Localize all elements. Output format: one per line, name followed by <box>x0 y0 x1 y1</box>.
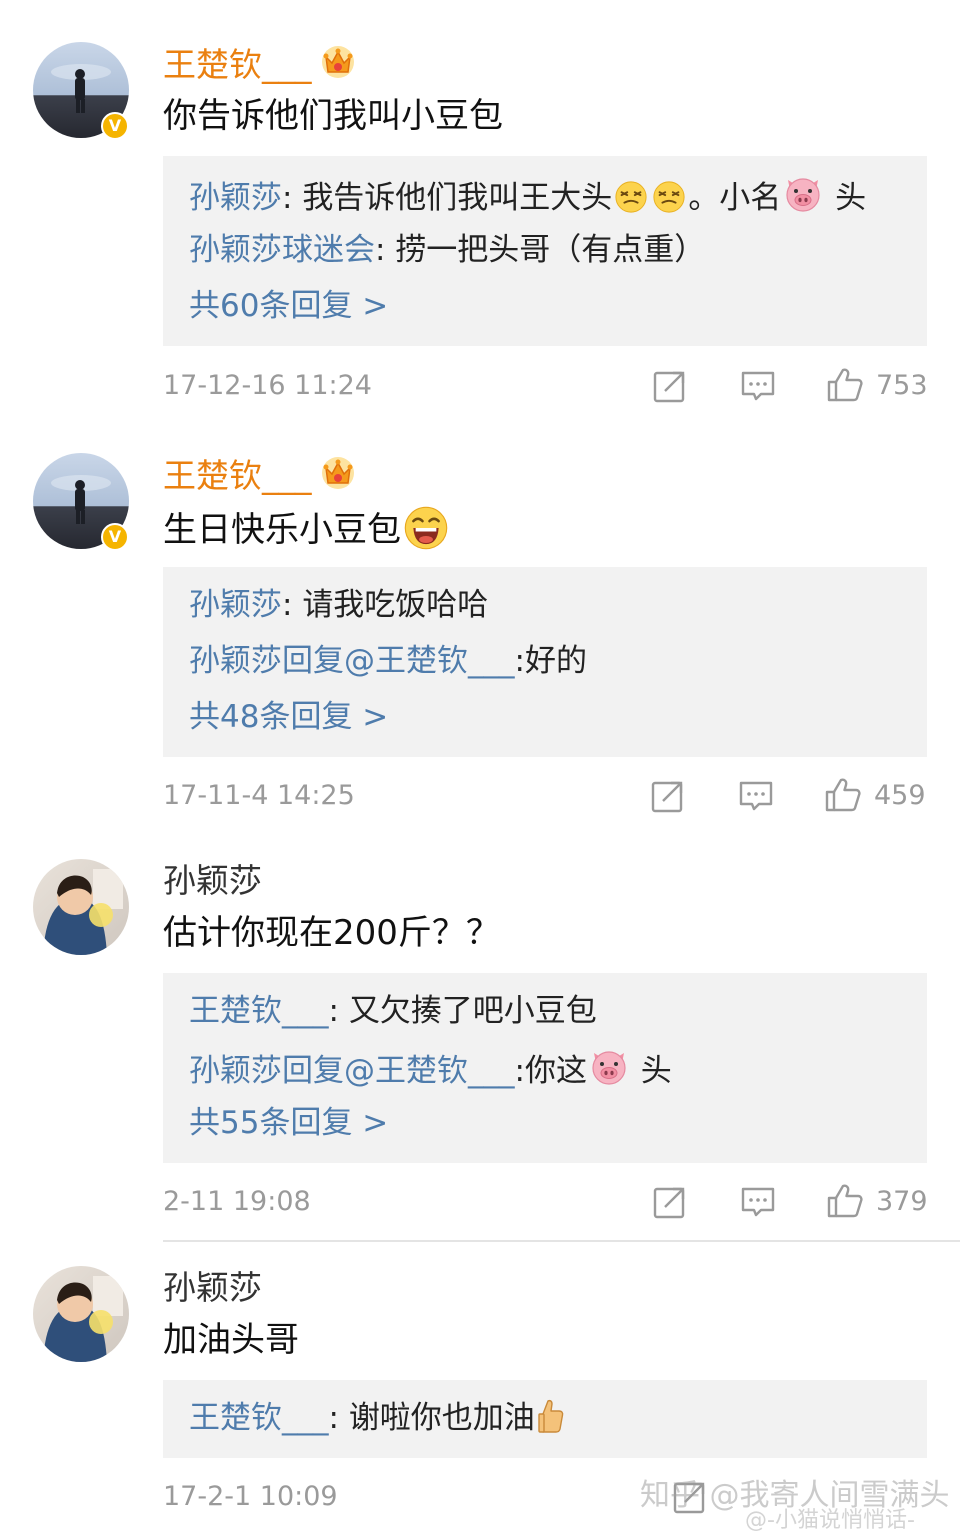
watermark-weibo: @-小猫说悄悄话- <box>745 1508 915 1533</box>
like-count: 459 <box>874 780 926 811</box>
timestamp: 2-11 19:08 <box>163 1186 311 1217</box>
reply-text: 捞一把头哥（有点重） <box>395 232 706 268</box>
reply-author[interactable]: 孙颖莎 <box>189 587 282 623</box>
laughing-face-emoji-icon <box>403 505 449 551</box>
username[interactable]: 孙颖莎 <box>163 861 262 901</box>
comment-text: 你告诉他们我叫小豆包 <box>163 96 503 136</box>
reply-line: 王楚钦___: 谢啦你也加油 <box>189 1398 567 1438</box>
share-icon[interactable] <box>652 368 688 404</box>
more-replies-link[interactable]: 共55条回复 > <box>189 1103 388 1143</box>
like-count: 753 <box>876 370 928 401</box>
username[interactable]: 王楚钦___ <box>163 455 356 496</box>
timestamp: 17-11-4 14:25 <box>163 780 355 811</box>
verified-badge-icon: V <box>101 112 129 140</box>
divider <box>163 1240 960 1242</box>
avatar[interactable] <box>33 1266 129 1362</box>
timestamp: 17-2-1 10:09 <box>163 1481 338 1512</box>
thumbs-up-icon[interactable] <box>826 1183 864 1219</box>
comment-text: 估计你现在200斤？？ <box>163 913 500 953</box>
reply-line: 孙颖莎: 我告诉他们我叫王大头 。小名 头 <box>189 174 866 218</box>
dizzy-face-emoji-icon <box>652 180 686 214</box>
thumbs-up-icon[interactable] <box>826 367 864 403</box>
thumbs-up-emoji-icon <box>537 1398 565 1434</box>
reply-line: 孙颖莎回复@王楚钦___:好的 <box>189 643 587 679</box>
reply-text: 请我吃饭哈哈 <box>302 587 489 623</box>
share-icon[interactable] <box>652 1184 688 1220</box>
username[interactable]: 王楚钦___ <box>163 44 356 85</box>
reply-line: 孙颖莎: 请我吃饭哈哈 <box>189 587 489 623</box>
like-count: 379 <box>876 1186 928 1217</box>
comment-text: 加油头哥 <box>163 1320 299 1360</box>
crown-vip-icon <box>320 44 356 80</box>
reply-author[interactable]: 王楚钦___ <box>189 993 329 1029</box>
dizzy-face-emoji-icon <box>614 180 648 214</box>
reply-line: 王楚钦___: 又欠揍了吧小豆包 <box>189 993 597 1029</box>
crown-vip-icon <box>320 455 356 491</box>
reply-text: 谢啦你也加油 <box>348 1400 535 1436</box>
username[interactable]: 孙颖莎 <box>163 1268 262 1308</box>
avatar-image <box>33 859 129 955</box>
reply-box[interactable]: 王楚钦___: 谢啦你也加油 <box>163 1380 927 1458</box>
reply-author[interactable]: 孙颖莎回复@王楚钦___ <box>189 643 515 679</box>
reply-line: 孙颖莎球迷会: 捞一把头哥（有点重） <box>189 232 706 268</box>
comment-icon[interactable] <box>740 1184 776 1220</box>
reply-author[interactable]: 孙颖莎球迷会 <box>189 232 375 268</box>
reply-text: 好的 <box>524 643 587 679</box>
reply-author[interactable]: 孙颖莎回复@王楚钦___ <box>189 1053 515 1089</box>
avatar-image <box>33 1266 129 1362</box>
avatar[interactable] <box>33 859 129 955</box>
reply-box[interactable]: 孙颖莎: 请我吃饭哈哈 孙颖莎回复@王楚钦___:好的 共48条回复 > <box>163 567 927 757</box>
reply-box[interactable]: 王楚钦___: 又欠揍了吧小豆包 孙颖莎回复@王楚钦___:你这 头 共55条回… <box>163 973 927 1163</box>
comment-text: 生日快乐小豆包 <box>163 505 451 552</box>
timestamp: 17-12-16 11:24 <box>163 370 372 401</box>
thumbs-up-icon[interactable] <box>824 777 862 813</box>
pig-face-emoji-icon <box>783 174 823 214</box>
comment-icon[interactable] <box>740 368 776 404</box>
reply-box[interactable]: 孙颖莎: 我告诉他们我叫王大头 。小名 头 孙颖莎球迷会: 捞一把头哥（有点重） … <box>163 156 927 346</box>
reply-text: 又欠揍了吧小豆包 <box>348 993 597 1029</box>
reply-author[interactable]: 王楚钦___ <box>189 1400 329 1436</box>
reply-line: 孙颖莎回复@王楚钦___:你这 头 <box>189 1047 672 1091</box>
share-icon[interactable] <box>650 778 686 814</box>
reply-text: 你这 <box>524 1053 587 1089</box>
more-replies-link[interactable]: 共60条回复 > <box>189 286 388 326</box>
pig-face-emoji-icon <box>589 1047 629 1087</box>
reply-text: 我告诉他们我叫王大头 <box>302 180 613 216</box>
verified-badge-icon: V <box>101 523 129 551</box>
comment-icon[interactable] <box>738 778 774 814</box>
reply-author[interactable]: 孙颖莎 <box>189 180 282 216</box>
more-replies-link[interactable]: 共48条回复 > <box>189 697 388 737</box>
